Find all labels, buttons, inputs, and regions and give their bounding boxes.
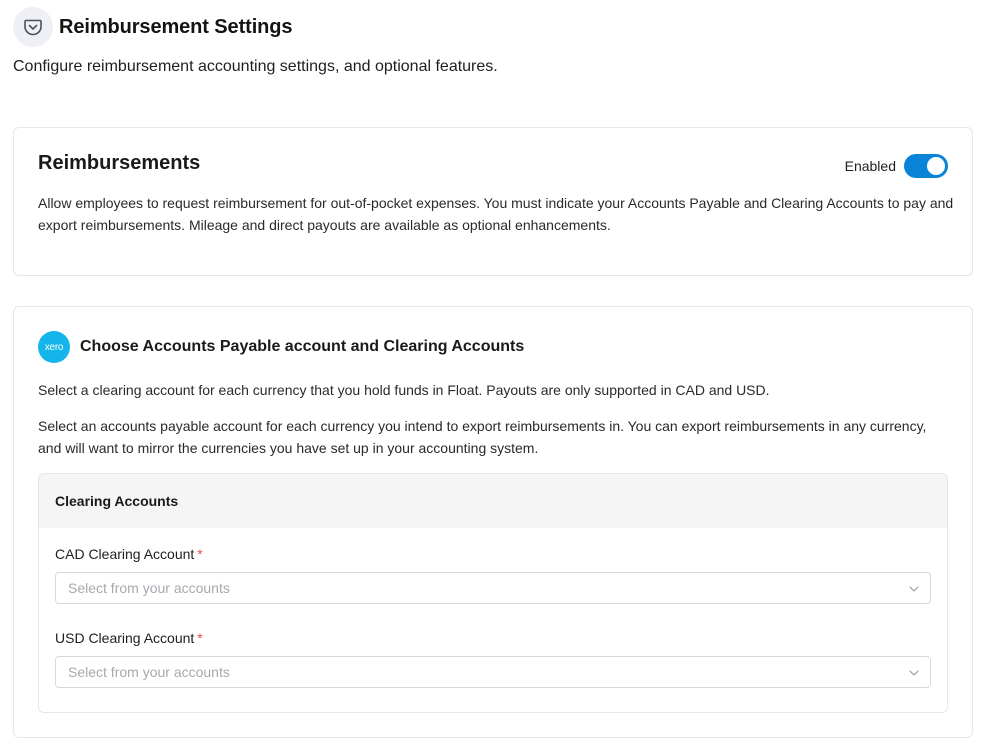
clearing-description: Select a clearing account for each curre… <box>38 382 770 398</box>
page-title: Reimbursement Settings <box>59 15 293 38</box>
enabled-toggle-group: Enabled <box>845 154 948 178</box>
chevron-down-icon <box>909 670 919 676</box>
cad-clearing-label: CAD Clearing Account * <box>55 546 203 562</box>
page-header: Reimbursement Settings <box>13 7 293 47</box>
accounts-header: xero Choose Accounts Payable account and… <box>38 331 524 363</box>
enabled-toggle[interactable] <box>904 154 948 178</box>
reimbursements-title: Reimbursements <box>38 152 201 174</box>
accounts-title: Choose Accounts Payable account and Clea… <box>80 338 525 355</box>
cad-clearing-select[interactable]: Select from your accounts <box>55 572 931 604</box>
required-mark: * <box>197 546 203 562</box>
required-mark: * <box>197 630 203 646</box>
usd-clearing-select[interactable]: Select from your accounts <box>55 656 931 688</box>
clearing-accounts-heading: Clearing Accounts <box>39 474 947 528</box>
payable-description: Select an accounts payable account for e… <box>38 418 927 456</box>
toggle-knob <box>927 157 945 175</box>
clearing-accounts-panel: Clearing Accounts CAD Clearing Account * … <box>38 473 948 713</box>
xero-logo-icon: xero <box>38 331 70 363</box>
pocket-icon <box>13 7 53 47</box>
reimbursements-description: Allow employees to request reimbursement… <box>38 195 954 233</box>
usd-clearing-label-text: USD Clearing Account <box>55 630 195 646</box>
usd-clearing-label: USD Clearing Account * <box>55 630 203 646</box>
usd-clearing-placeholder: Select from your accounts <box>68 664 230 680</box>
cad-clearing-label-text: CAD Clearing Account <box>55 546 195 562</box>
cad-clearing-placeholder: Select from your accounts <box>68 580 230 596</box>
reimbursements-card: Reimbursements Enabled Allow employees t… <box>13 127 973 276</box>
toggle-label: Enabled <box>844 158 896 174</box>
page-subtitle: Configure reimbursement accounting setti… <box>13 58 498 75</box>
accounts-card: xero Choose Accounts Payable account and… <box>13 306 973 738</box>
chevron-down-icon <box>909 586 919 592</box>
